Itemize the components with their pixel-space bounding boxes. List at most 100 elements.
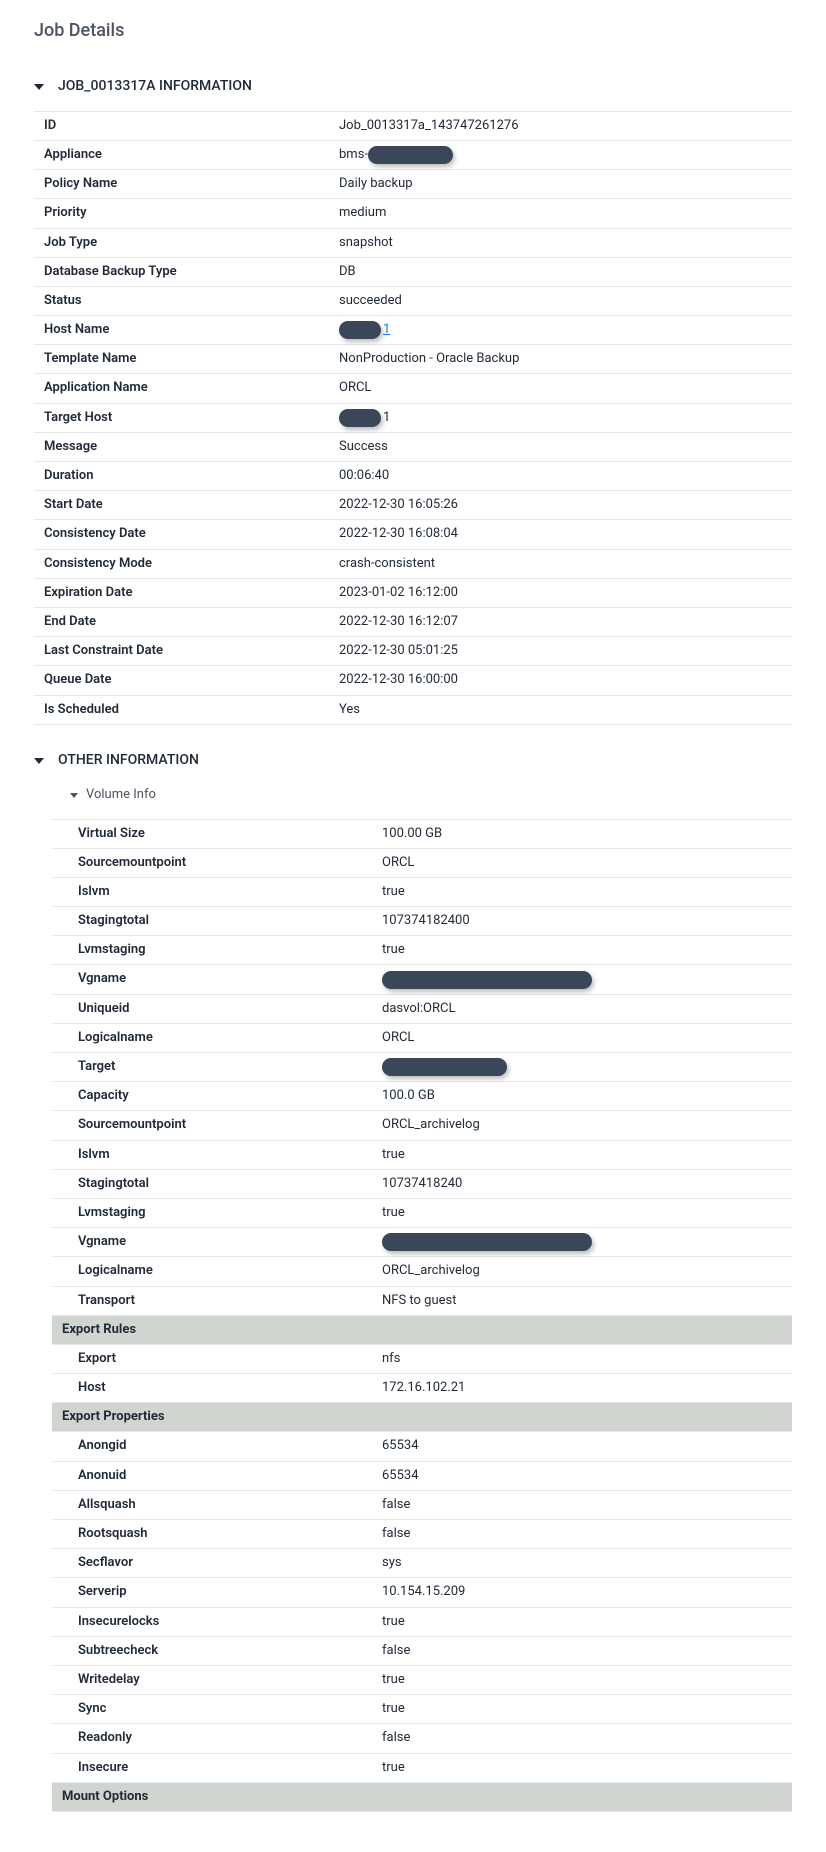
table-row: Allsquashfalse (52, 1490, 792, 1519)
row-value: true (372, 1665, 792, 1694)
row-label: Expiration Date (34, 578, 329, 607)
row-value: 00:06:40 (329, 462, 792, 491)
table-row: Uniqueiddasvol:ORCL (52, 994, 792, 1023)
row-value: true (372, 1695, 792, 1724)
row-label: Insecurelocks (52, 1607, 372, 1636)
volume-info-title: Volume Info (86, 786, 156, 804)
table-row: Islvmtrue (52, 1140, 792, 1169)
row-label: Islvm (52, 877, 372, 906)
host-link[interactable]: 1 (383, 321, 390, 339)
table-row: Application NameORCL (34, 374, 792, 403)
row-label: Anongid (52, 1432, 372, 1461)
value-suffix: 1 (383, 409, 390, 427)
row-label: Is Scheduled (34, 695, 329, 724)
row-value (372, 965, 792, 994)
row-value: 100.0 GB (372, 1082, 792, 1111)
table-row: Last Constraint Date2022-12-30 05:01:25 (34, 637, 792, 666)
row-value: 2022-12-30 05:01:25 (329, 637, 792, 666)
table-row: Virtual Size100.00 GB (52, 819, 792, 848)
table-row: Subtreecheckfalse (52, 1636, 792, 1665)
other-info-table: Virtual Size100.00 GB SourcemountpointORC… (52, 819, 792, 1812)
row-value: crash-consistent (329, 549, 792, 578)
row-value: Daily backup (329, 170, 792, 199)
row-value: dasvol:ORCL (372, 994, 792, 1023)
table-row: Islvmtrue (52, 877, 792, 906)
caret-down-icon (34, 758, 44, 764)
other-info-title: OTHER INFORMATION (58, 751, 199, 771)
row-label: Status (34, 286, 329, 315)
table-row: LogicalnameORCL (52, 1023, 792, 1052)
table-row: Policy NameDaily backup (34, 170, 792, 199)
row-value: false (372, 1490, 792, 1519)
row-label: Message (34, 432, 329, 461)
table-row: Expiration Date2023-01-02 16:12:00 (34, 578, 792, 607)
row-label: Rootsquash (52, 1520, 372, 1549)
row-value: Success (329, 432, 792, 461)
row-label: Virtual Size (52, 819, 372, 848)
row-label: Template Name (34, 345, 329, 374)
value-prefix: bms- (339, 146, 368, 164)
job-info-section: JOB_0013317A INFORMATION IDJob_0013317a_… (34, 71, 792, 725)
row-label: Stagingtotal (52, 1169, 372, 1198)
row-value: 107374182400 (372, 907, 792, 936)
row-value: nfs (372, 1344, 792, 1373)
row-label: Subtreecheck (52, 1636, 372, 1665)
row-value: true (372, 936, 792, 965)
section-band: Mount Options (52, 1782, 792, 1811)
row-value (372, 1228, 792, 1257)
table-row: Target (52, 1053, 792, 1082)
row-value: 1 (329, 316, 792, 345)
row-label: Priority (34, 199, 329, 228)
section-band: Export Rules (52, 1315, 792, 1344)
table-row: Lvmstagingtrue (52, 936, 792, 965)
row-value: bms- (329, 140, 792, 169)
row-label: End Date (34, 607, 329, 636)
job-info-header[interactable]: JOB_0013317A INFORMATION (34, 71, 792, 103)
row-value: NFS to guest (372, 1286, 792, 1315)
table-row: SourcemountpointORCL_archivelog (52, 1111, 792, 1140)
table-row: Rootsquashfalse (52, 1520, 792, 1549)
table-row: Queue Date2022-12-30 16:00:00 (34, 666, 792, 695)
row-value: true (372, 1198, 792, 1227)
row-label: Transport (52, 1286, 372, 1315)
table-row: TransportNFS to guest (52, 1286, 792, 1315)
job-info-table: IDJob_0013317a_143747261276Appliancebms-… (34, 111, 792, 725)
row-value: 65534 (372, 1461, 792, 1490)
row-value: true (372, 1140, 792, 1169)
table-row: Host Name1 (34, 316, 792, 345)
other-info-header[interactable]: OTHER INFORMATION (34, 745, 792, 777)
table-row: Lvmstagingtrue (52, 1198, 792, 1227)
row-label: Application Name (34, 374, 329, 403)
table-row: Secflavorsys (52, 1549, 792, 1578)
volume-info-header[interactable]: Volume Info (70, 786, 792, 804)
job-info-title: JOB_0013317A INFORMATION (58, 77, 252, 97)
row-label: Start Date (34, 491, 329, 520)
row-label: Uniqueid (52, 994, 372, 1023)
table-row: Exportnfs (52, 1344, 792, 1373)
table-row: Capacity100.0 GB (52, 1082, 792, 1111)
row-label: Anonuid (52, 1461, 372, 1490)
row-value: ORCL (329, 374, 792, 403)
other-info-section: OTHER INFORMATION Volume Info Virtual Si… (34, 745, 792, 1812)
table-row: Synctrue (52, 1695, 792, 1724)
row-value: true (372, 1753, 792, 1782)
row-label: Logicalname (52, 1023, 372, 1052)
caret-down-icon (34, 84, 44, 90)
row-value: sys (372, 1549, 792, 1578)
row-label: Sourcemountpoint (52, 1111, 372, 1140)
row-label: Consistency Date (34, 520, 329, 549)
table-row: Stagingtotal10737418240 (52, 1169, 792, 1198)
table-row: Is ScheduledYes (34, 695, 792, 724)
row-value: NonProduction - Oracle Backup (329, 345, 792, 374)
table-row: Vgname (52, 965, 792, 994)
redacted-value (339, 409, 381, 427)
row-value: Yes (329, 695, 792, 724)
table-row: Writedelaytrue (52, 1665, 792, 1694)
row-value: 2022-12-30 16:05:26 (329, 491, 792, 520)
table-row: Consistency Modecrash-consistent (34, 549, 792, 578)
section-band-row: Mount Options (52, 1782, 792, 1811)
row-value (372, 1053, 792, 1082)
table-row: Duration00:06:40 (34, 462, 792, 491)
table-row: Anongid65534 (52, 1432, 792, 1461)
row-value: 2023-01-02 16:12:00 (329, 578, 792, 607)
